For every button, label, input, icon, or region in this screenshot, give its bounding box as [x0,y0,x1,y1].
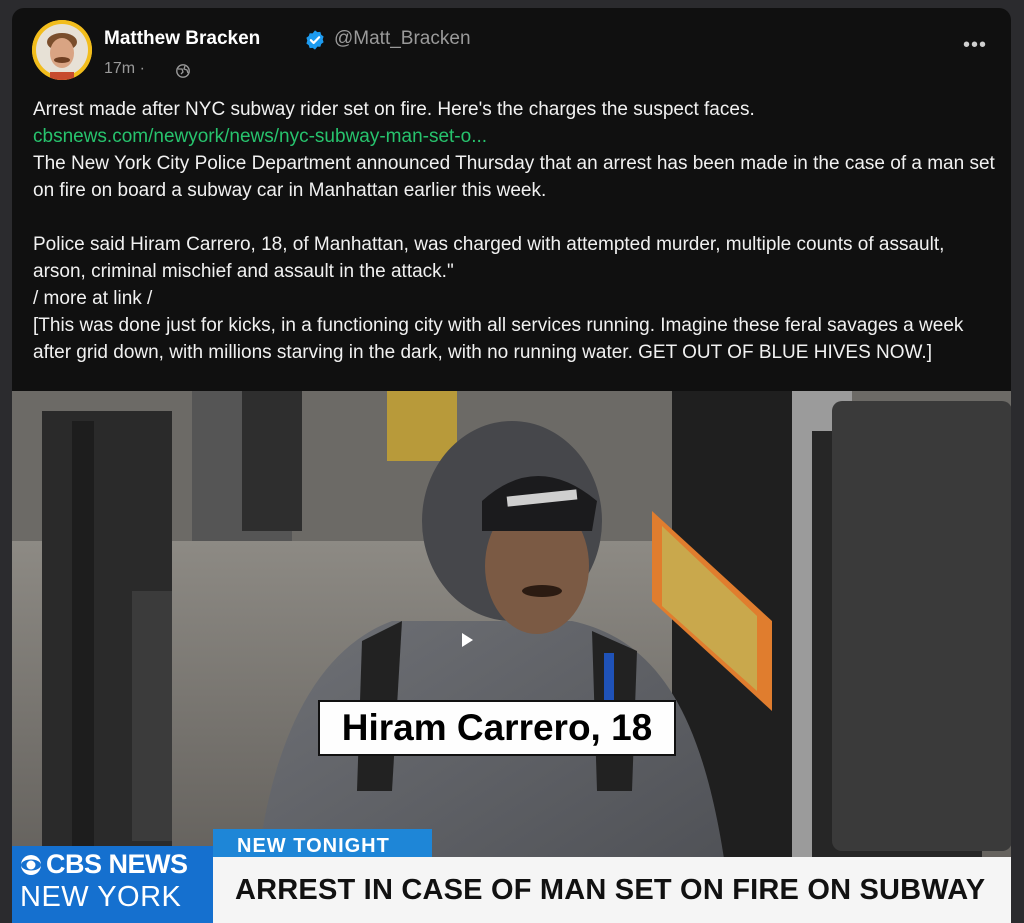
cbs-branding: CBS NEWS NEW YORK [12,846,213,923]
post-header: Matthew Bracken @Matt_Bracken 17m · ••• [32,20,991,90]
more-options-icon[interactable]: ••• [963,34,987,57]
station-name: NEW YORK [20,881,182,913]
video-frame [12,391,1011,923]
news-headline: ARREST IN CASE OF MAN SET ON FIRE ON SUB… [213,857,1011,923]
avatar-image [32,20,92,80]
article-link[interactable]: cbsnews.com/newyork/news/nyc-subway-man-… [33,123,998,150]
avatar[interactable] [32,20,92,80]
name-caption: Hiram Carrero, 18 [318,700,676,756]
cbs-eye-logo [21,855,41,875]
video-player[interactable]: Hiram Carrero, 18 NEW TONIGHT CBS NEWS N… [12,391,1011,923]
globe-icon [176,64,190,78]
play-icon[interactable] [462,633,473,647]
post-card: Matthew Bracken @Matt_Bracken 17m · ••• … [12,8,1011,923]
post-headline: Arrest made after NYC subway rider set o… [33,99,755,120]
author-name[interactable]: Matthew Bracken [104,28,260,50]
new-tonight-banner: NEW TONIGHT [213,829,432,857]
post-more-note: / more at link / [33,288,153,309]
post-comment: [This was done just for kicks, in a func… [33,315,964,363]
author-handle[interactable]: @Matt_Bracken [334,28,471,50]
network-name: CBS NEWS [46,849,188,879]
verified-badge-icon [306,30,324,50]
post-body: Arrest made after NYC subway rider set o… [33,96,998,366]
post-paragraph-2: Police said Hiram Carrero, 18, of Manhat… [33,234,945,282]
post-time: 17m · [104,60,145,77]
post-paragraph-1: The New York City Police Department anno… [33,153,995,201]
